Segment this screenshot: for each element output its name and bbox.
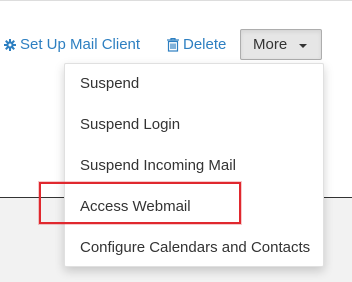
setup-mail-client-link[interactable]: Set Up Mail Client — [4, 36, 140, 53]
caret-down-icon — [299, 44, 307, 48]
menu-item-suspend-login[interactable]: Suspend Login — [80, 113, 180, 137]
table-divider-top — [0, 0, 352, 1]
gear-icon — [4, 38, 16, 51]
menu-item-access-webmail[interactable]: Access Webmail — [80, 195, 191, 219]
more-label: More — [253, 36, 288, 53]
menu-item-suspend-incoming-mail[interactable]: Suspend Incoming Mail — [80, 154, 236, 178]
trash-icon — [167, 37, 179, 52]
delete-link[interactable]: Delete — [167, 36, 226, 53]
screen: Set Up Mail Client Delete More Suspend S… — [0, 0, 352, 282]
menu-item-configure-calendars-contacts[interactable]: Configure Calendars and Contacts — [80, 236, 310, 260]
more-dropdown-menu: Suspend Suspend Login Suspend Incoming M… — [64, 63, 324, 267]
setup-mail-client-label: Set Up Mail Client — [20, 36, 141, 53]
delete-label: Delete — [183, 36, 227, 53]
more-dropdown-button[interactable]: More — [240, 29, 322, 60]
menu-item-suspend[interactable]: Suspend — [80, 72, 139, 96]
